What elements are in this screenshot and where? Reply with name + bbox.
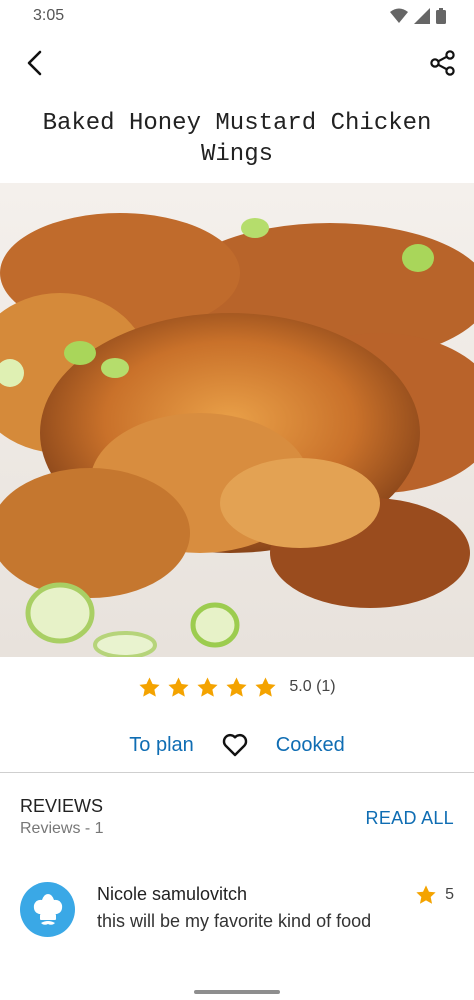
back-button[interactable]: [18, 46, 52, 80]
reviews-count: Reviews - 1: [20, 820, 104, 837]
back-arrow-icon: [27, 50, 42, 76]
recipe-photo: [0, 183, 474, 657]
signal-icon: [414, 8, 430, 24]
review-item: Nicole samulovitch this will be my favor…: [20, 880, 460, 940]
status-icons: [390, 8, 446, 24]
to-plan-button[interactable]: To plan: [129, 734, 194, 757]
divider: [0, 772, 474, 773]
status-bar: 3:05: [0, 0, 474, 32]
star-icon: [168, 676, 189, 697]
app-bar: [0, 32, 474, 96]
reviews-heading: REVIEWS: [20, 796, 104, 816]
star-icon: [197, 676, 218, 697]
read-all-button[interactable]: READ ALL: [366, 808, 454, 829]
star-icon: [139, 676, 160, 697]
cooked-button[interactable]: Cooked: [276, 734, 345, 757]
review-stars: 5: [445, 886, 454, 903]
wifi-icon: [390, 8, 408, 23]
status-time: 3:05: [33, 7, 65, 24]
battery-icon: [436, 8, 446, 24]
recipe-title: Baked Honey Mustard Chicken Wings: [42, 110, 432, 168]
rating-row: 5.0 (1): [0, 672, 474, 702]
gesture-bar[interactable]: [194, 990, 280, 994]
chef-hat-icon: [33, 893, 62, 925]
review-text: this will be my favorite kind of food: [97, 911, 372, 931]
star-icon: [255, 676, 276, 697]
avatar: [20, 882, 75, 937]
star-icon: [226, 676, 247, 697]
action-row: To plan Cooked: [0, 728, 474, 762]
share-button[interactable]: [426, 46, 460, 80]
reviewer-name: Nicole samulovitch: [97, 884, 248, 904]
rating-value: 5.0 (1): [289, 678, 336, 695]
heart-outline-icon: [222, 733, 247, 757]
favorite-button[interactable]: [220, 730, 250, 760]
share-icon: [430, 50, 455, 76]
star-icon: [416, 885, 436, 904]
review-rating: 5: [415, 884, 454, 906]
